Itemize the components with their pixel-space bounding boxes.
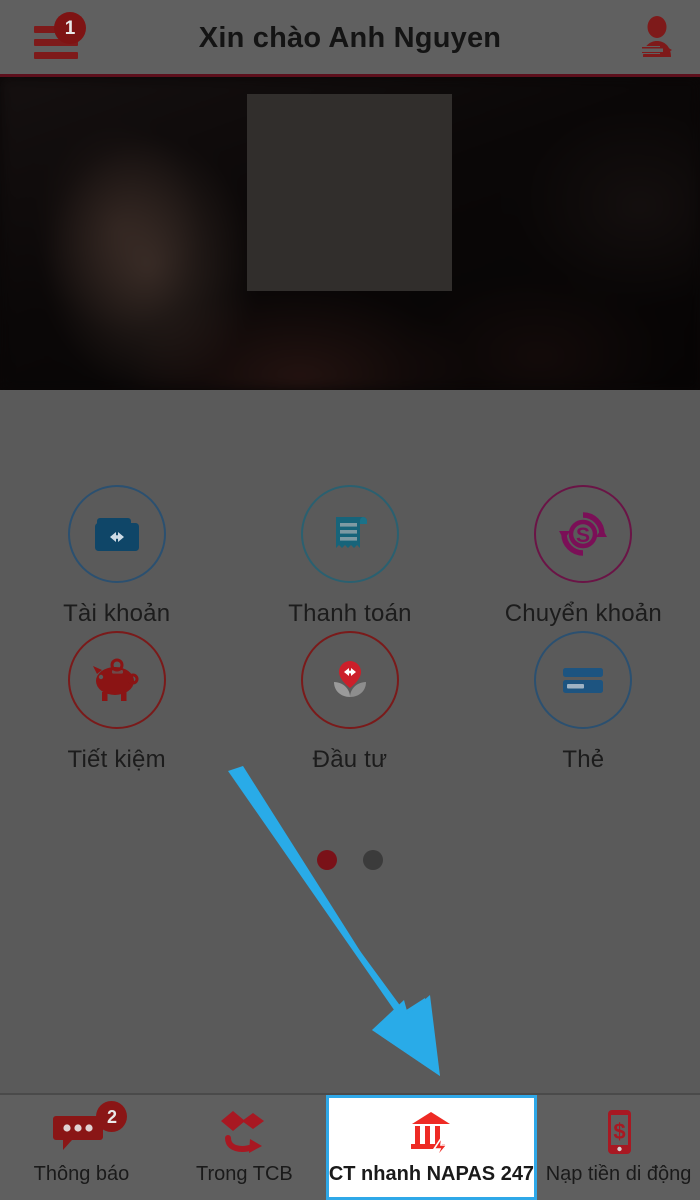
user-logout-glyph <box>640 16 672 57</box>
quick-action-label: Đầu tư <box>312 746 388 773</box>
nav-item-label: Thông báo <box>33 1163 130 1185</box>
quick-action-label: Chuyển khoản <box>504 600 662 627</box>
pagination-dot-inactive[interactable] <box>363 850 383 870</box>
notification-count-badge: 2 <box>96 1101 128 1132</box>
piggy-bank-glyph <box>92 658 139 701</box>
hamburger-menu-icon[interactable]: 1 <box>16 12 86 60</box>
quick-actions-row: Tài khoản Thanh toán S Chuyển khoản <box>0 485 700 628</box>
receipt-icon <box>300 485 399 583</box>
quick-action-tiet-kiem[interactable]: Tiết kiệm <box>0 631 233 774</box>
menu-notification-badge: 1 <box>54 12 86 44</box>
mobile-topup-glyph: $ <box>607 1110 631 1154</box>
quick-action-dau-tu[interactable]: Đầu tư <box>233 631 466 774</box>
quick-action-label: Thẻ <box>562 746 605 773</box>
svg-text:$: $ <box>613 1119 625 1144</box>
quick-actions-grid: Tài khoản Thanh toán S Chuyển khoản Tiết… <box>0 395 700 774</box>
mobile-topup-icon: $ <box>582 1105 656 1161</box>
chat-bubble-icon: 2 <box>44 1101 128 1161</box>
techcombank-logo-glyph <box>221 1111 265 1153</box>
credit-card-icon <box>534 631 633 729</box>
banner-card-overlay <box>247 94 452 291</box>
pagination-dot-active[interactable] <box>317 850 337 870</box>
bank-lightning-icon <box>394 1105 468 1161</box>
bottom-navigation-bar: 2 Thông báo Trong TCB CT nhanh NAPAS 247… <box>0 1093 700 1200</box>
quick-action-tai-khoan[interactable]: Tài khoản <box>0 485 233 628</box>
nav-item-ct-nhanh-napas-247[interactable]: CT nhanh NAPAS 247 <box>325 1095 538 1200</box>
money-transfer-glyph: S <box>559 512 608 556</box>
svg-text:S: S <box>576 524 590 547</box>
user-logout-icon[interactable] <box>632 13 682 63</box>
nav-item-trong-tcb[interactable]: Trong TCB <box>163 1095 326 1200</box>
receipt-glyph <box>335 517 367 548</box>
hamburger-line <box>34 52 78 59</box>
app-screen: Xin chào Anh Nguyen 1 VND-TGTT-NGUYEN TH… <box>0 0 700 1200</box>
wallet-icon <box>67 485 166 583</box>
techcombank-logo-icon <box>207 1105 281 1161</box>
nav-item-label: CT nhanh NAPAS 247 <box>328 1163 535 1185</box>
quick-action-thanh-toan[interactable]: Thanh toán <box>233 485 466 628</box>
quick-action-label: Tiết kiệm <box>67 746 166 773</box>
wallet-glyph <box>94 518 139 551</box>
piggy-bank-icon <box>67 631 166 729</box>
quick-action-label: Tài khoản <box>63 600 171 627</box>
nav-item-nap-tien-di-dong[interactable]: $ Nạp tiền di động <box>537 1095 700 1200</box>
account-banner[interactable]: VND-TGTT-NGUYEN THI MAI <box>0 77 700 390</box>
nav-item-label: Trong TCB <box>196 1163 293 1185</box>
credit-card-glyph <box>563 668 604 693</box>
quick-action-chuyen-khoan[interactable]: S Chuyển khoản <box>467 485 700 628</box>
page-title: Xin chào Anh Nguyen <box>198 21 502 54</box>
nav-item-thong-bao[interactable]: 2 Thông báo <box>0 1095 163 1200</box>
quick-action-the[interactable]: Thẻ <box>467 631 700 774</box>
carousel-pagination <box>0 850 700 870</box>
quick-action-label: Thanh toán <box>288 600 412 627</box>
money-transfer-icon: S <box>534 485 633 583</box>
quick-actions-row: Tiết kiệm Đầu tư Thẻ <box>0 631 700 774</box>
investment-plant-icon <box>300 631 399 729</box>
app-header: Xin chào Anh Nguyen <box>0 0 700 76</box>
investment-plant-glyph <box>333 661 366 697</box>
nav-item-label: Nạp tiền di động <box>545 1163 692 1185</box>
bank-lightning-glyph <box>411 1112 451 1159</box>
